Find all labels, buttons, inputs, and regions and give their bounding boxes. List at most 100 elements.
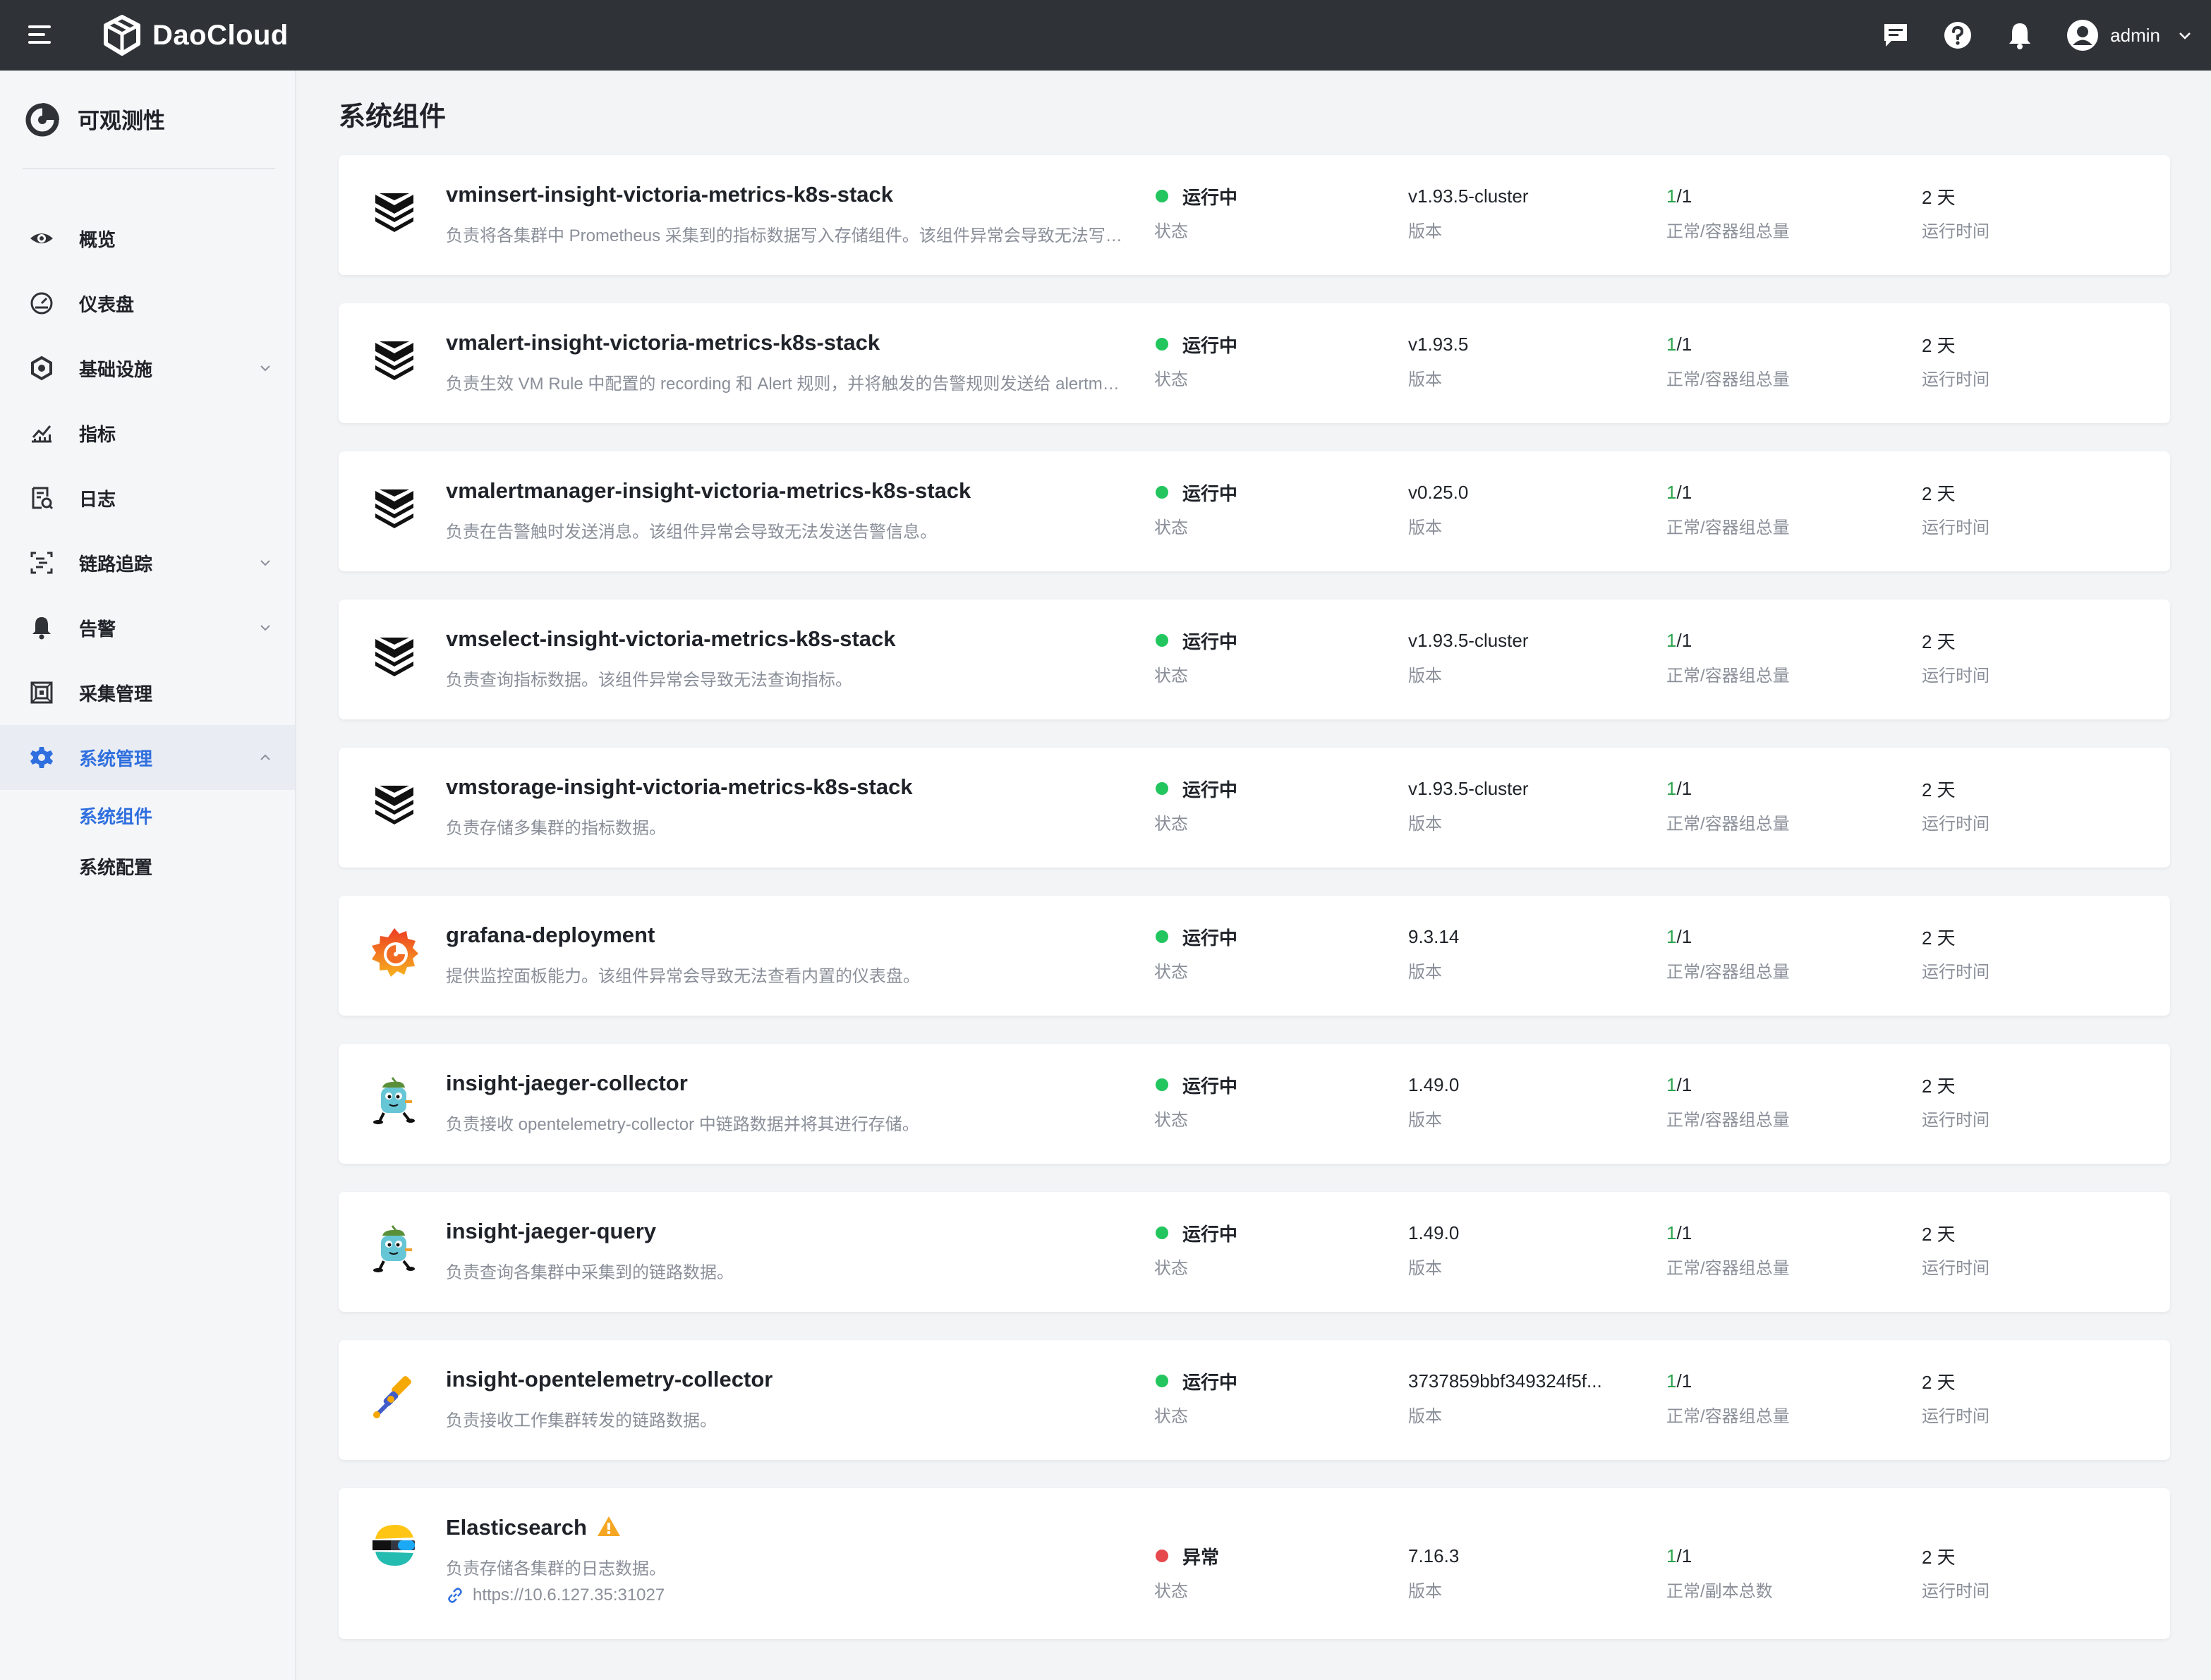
sidebar-item-infrastructure[interactable]: 基础设施 [0,336,295,401]
component-card[interactable]: insight-jaeger-collector 负责接收 opentelemet… [339,1044,2170,1164]
component-name[interactable]: insight-jaeger-collector [446,1071,688,1096]
notification-bell-icon[interactable] [2004,20,2035,51]
bell-icon [28,614,55,641]
version-label: 版本 [1408,666,1442,686]
version-column: 1.49.0 版本 [1408,1220,1620,1279]
message-icon[interactable] [1880,20,1911,51]
uptime-column: 2 天运行时间 [1922,924,1989,982]
pods-total: /1 [1676,925,1692,947]
menu-toggle-button[interactable] [25,21,54,49]
user-name: admin [2110,24,2160,46]
jaeger-icon [365,1220,423,1278]
sidebar-item-metrics[interactable]: 指标 [0,401,295,465]
component-description: 负责接收 opentelemetry-collector 中链路数据并将其进行存… [446,1115,919,1134]
component-name[interactable]: insight-jaeger-query [446,1219,656,1244]
pods-ok-count: 1 [1666,925,1677,947]
version-label: 版本 [1408,1259,1442,1278]
component-card[interactable]: insight-jaeger-query 负责查询各集群中采集到的链路数据。 运行中… [339,1192,2170,1312]
sidebar-item-label: 指标 [79,423,116,445]
uptime-column: 2 天运行时间 [1922,1368,1989,1427]
component-name[interactable]: vmalertmanager-insight-victoria-metrics-… [446,478,971,504]
component-card[interactable]: vmalert-insight-victoria-metrics-k8s-sta… [339,303,2170,423]
version-column: v0.25.0 版本 [1408,480,1620,538]
uptime-label: 运行时间 [1922,518,1989,537]
status-column: 异常 状态 [1154,1543,1219,1602]
sidebar-item-logs[interactable]: 日志 [0,465,295,530]
component-name[interactable]: Elasticsearch [446,1515,621,1540]
status-value: 运行中 [1182,1075,1238,1097]
version-value: v1.93.5 [1408,334,1469,355]
uptime-label: 运行时间 [1922,666,1989,686]
pods-label: 正常/容器组总量 [1666,963,1790,982]
component-description: 负责将各集群中 Prometheus 采集到的指标数据写入存储组件。该组件异常会… [446,226,1126,245]
uptime-value: 2 天 [1922,186,1956,208]
component-card[interactable]: vmalertmanager-insight-victoria-metrics-… [339,451,2170,571]
pods-column: 1/1 正常/容器组总量 [1666,331,1790,390]
sidebar-item-dashboard[interactable]: 仪表盘 [0,271,295,336]
component-link[interactable]: https://10.6.127.35:31027 [446,1585,665,1605]
version-column: v1.93.5-cluster 版本 [1408,183,1620,242]
component-card[interactable]: vmselect-insight-victoria-metrics-k8s-st… [339,599,2170,719]
component-card[interactable]: vmstorage-insight-victoria-metrics-k8s-s… [339,748,2170,868]
sidebar-item-tracing[interactable]: 链路追踪 [0,530,295,595]
component-name[interactable]: insight-opentelemetry-collector [446,1367,773,1392]
component-name[interactable]: vminsert-insight-victoria-metrics-k8s-st… [446,182,893,207]
version-column: 9.3.14 版本 [1408,924,1620,982]
sidebar-item-overview[interactable]: 概览 [0,206,295,271]
pods-column: 1/1 正常/容器组总量 [1666,924,1790,982]
component-name[interactable]: grafana-deployment [446,923,655,948]
pods-total: /1 [1676,481,1692,503]
sidebar-item-collection[interactable]: 采集管理 [0,660,295,725]
version-label: 版本 [1408,963,1442,982]
status-dot [1156,1078,1168,1091]
sidebar-title: 可观测性 [78,108,165,133]
component-name[interactable]: vmalert-insight-victoria-metrics-k8s-sta… [446,330,880,355]
status-value: 运行中 [1182,334,1238,356]
chevron-down-icon [260,625,270,631]
sidebar-item-label: 采集管理 [79,683,153,705]
opentelemetry-icon [365,1368,423,1426]
status-column: 运行中 状态 [1154,924,1237,982]
status-column: 运行中 状态 [1154,776,1237,834]
sidebar-subitem-system-config[interactable]: 系统配置 [0,841,295,891]
uptime-column: 2 天运行时间 [1922,776,1989,834]
uptime-column: 2 天运行时间 [1922,1543,1989,1602]
uptime-column: 2 天运行时间 [1922,1220,1989,1279]
pods-label: 正常/容器组总量 [1666,370,1790,389]
pods-label: 正常/容器组总量 [1666,222,1790,241]
component-card[interactable]: Elasticsearch 负责存储各集群的日志数据。 https://10.6.1… [339,1488,2170,1639]
component-card[interactable]: insight-opentelemetry-collector 负责接收工作集群转… [339,1340,2170,1460]
eye-icon [28,225,55,252]
pods-total: /1 [1676,185,1692,207]
pods-total: /1 [1676,1545,1692,1566]
version-value: 1.49.0 [1408,1222,1460,1243]
version-label: 版本 [1408,1111,1442,1130]
status-label: 状态 [1154,815,1188,834]
component-card[interactable]: vminsert-insight-victoria-metrics-k8s-st… [339,155,2170,275]
component-name[interactable]: vmselect-insight-victoria-metrics-k8s-st… [446,626,895,652]
sidebar-item-system-management[interactable]: 系统管理 [0,725,295,790]
status-label: 状态 [1154,963,1188,982]
status-value: 运行中 [1182,631,1238,652]
status-value: 异常 [1182,1546,1220,1568]
uptime-value: 2 天 [1922,1546,1956,1568]
brand-logo[interactable]: DaoCloud [102,14,289,56]
help-icon[interactable] [1942,20,1973,51]
pods-ok-count: 1 [1666,481,1677,503]
uptime-value: 2 天 [1922,631,1956,652]
status-value: 运行中 [1182,186,1238,208]
status-dot [1156,1226,1168,1239]
user-menu[interactable]: admin [2066,19,2193,51]
component-card[interactable]: grafana-deployment 提供监控面板能力。该组件异常会导致无法查看内… [339,896,2170,1016]
component-name[interactable]: vmstorage-insight-victoria-metrics-k8s-s… [446,774,913,800]
status-column: 运行中 状态 [1154,1220,1237,1279]
pods-column: 1/1 正常/容器组总量 [1666,480,1790,538]
uptime-label: 运行时间 [1922,1582,1989,1601]
status-dot [1156,930,1168,943]
brand-name: DaoCloud [152,19,289,51]
sidebar-subitem-system-components[interactable]: 系统组件 [0,790,295,841]
component-description: 负责查询各集群中采集到的链路数据。 [446,1263,734,1282]
sidebar-item-label: 链路追踪 [79,553,153,575]
elasticsearch-icon [365,1516,423,1574]
sidebar-item-alerts[interactable]: 告警 [0,595,295,660]
